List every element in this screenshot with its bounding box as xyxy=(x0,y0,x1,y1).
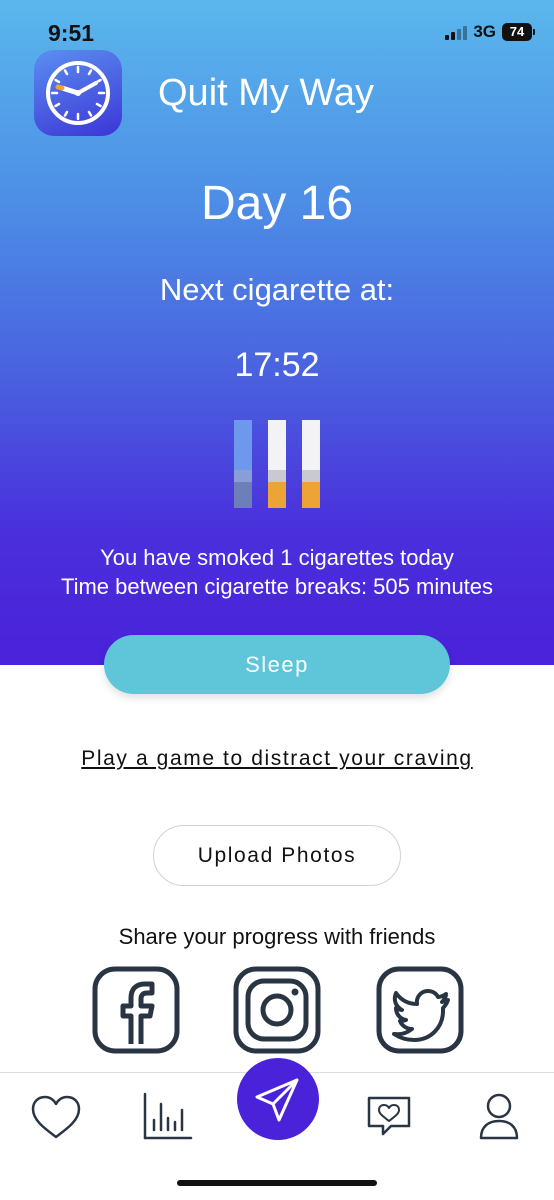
break-interval-text: Time between cigarette breaks: 505 minut… xyxy=(60,574,494,599)
home-indicator xyxy=(177,1180,377,1186)
cigarette-remaining-icon xyxy=(268,420,286,508)
send-button[interactable] xyxy=(237,1058,319,1140)
clock-icon xyxy=(34,50,122,136)
twitter-icon[interactable] xyxy=(376,966,464,1054)
sleep-button[interactable]: Sleep xyxy=(104,635,450,694)
game-link[interactable]: Play a game to distract your craving xyxy=(0,747,554,771)
next-cigarette-label: Next cigarette at: xyxy=(159,272,395,307)
cigarette-smoked-icon xyxy=(234,420,252,508)
smoked-today-text: You have smoked 1 cigarettes today xyxy=(100,545,454,570)
app-title: Quit My Way xyxy=(158,72,375,114)
day-counter: Day 16 xyxy=(200,177,354,230)
status-indicators: 3G 74 xyxy=(445,22,535,42)
bar-chart-icon[interactable] xyxy=(139,1090,195,1146)
cigarette-tracker xyxy=(232,420,324,508)
heart-icon[interactable] xyxy=(28,1090,84,1146)
profile-icon[interactable] xyxy=(471,1090,527,1146)
chat-heart-icon[interactable] xyxy=(361,1090,417,1146)
upload-photos-button[interactable]: Upload Photos xyxy=(153,825,401,886)
battery-icon: 74 xyxy=(502,23,535,41)
share-label: Share your progress with friends xyxy=(118,924,436,949)
send-icon xyxy=(255,1078,299,1122)
next-cigarette-time: 17:52 xyxy=(234,346,320,384)
facebook-icon[interactable] xyxy=(92,966,180,1054)
status-time: 9:51 xyxy=(48,20,95,46)
smoking-stats: You have smoked 1 cigarettes today Time … xyxy=(0,543,554,601)
signal-icon xyxy=(445,24,468,40)
cigarette-remaining-icon xyxy=(302,420,320,508)
network-type: 3G xyxy=(473,22,496,41)
instagram-icon[interactable] xyxy=(233,966,321,1054)
